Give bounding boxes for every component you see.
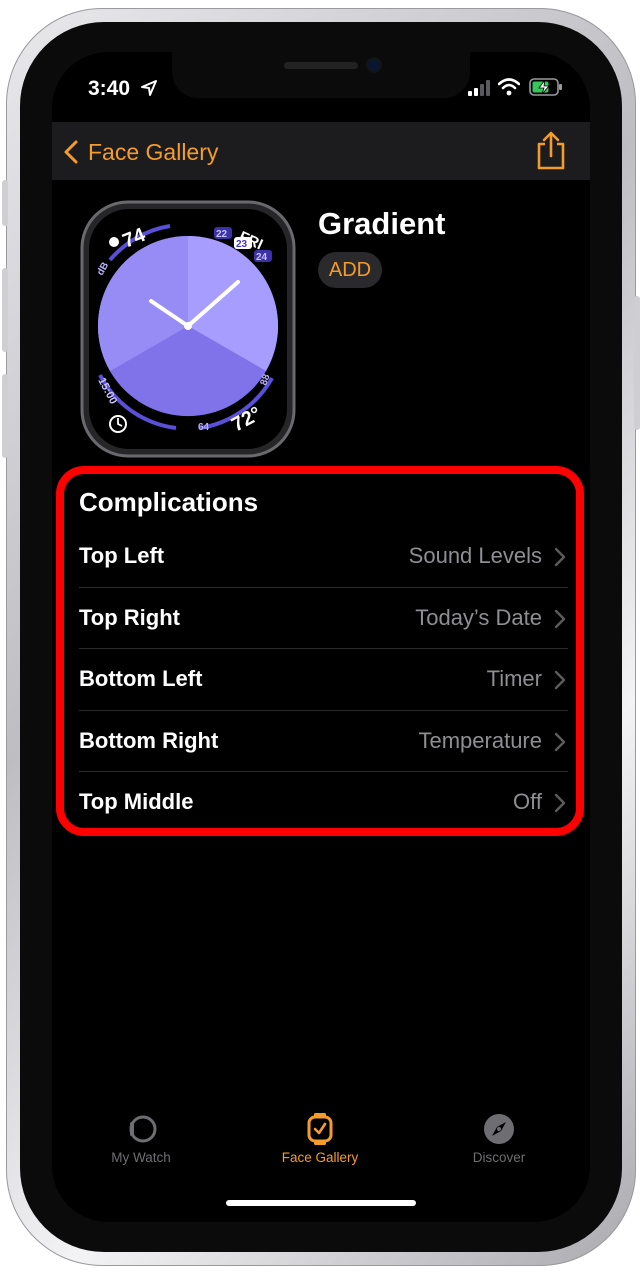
- tab-face-gallery[interactable]: Face Gallery: [245, 1112, 395, 1165]
- watch-date-today: 23: [236, 239, 248, 250]
- face-title: Gradient: [318, 206, 446, 241]
- complication-label: Top Left: [79, 543, 165, 568]
- compass-icon: [484, 1114, 514, 1144]
- watch-face-icon: [307, 1113, 333, 1145]
- complication-label: Bottom Right: [79, 727, 219, 753]
- tab-discover[interactable]: Discover: [424, 1112, 574, 1165]
- mute-switch: [2, 180, 8, 226]
- front-camera: [368, 59, 380, 71]
- complication-row-bottom-right[interactable]: Bottom Right Temperature: [79, 711, 568, 772]
- tab-my-watch[interactable]: My Watch: [66, 1112, 216, 1165]
- watch-date-prev: 22: [216, 229, 228, 240]
- complications-section: Complications Top Left Sound Levels Top …: [70, 478, 568, 833]
- complication-row-top-middle[interactable]: Top Middle Off: [79, 772, 568, 833]
- complication-value: Today’s Date: [415, 604, 542, 630]
- complication-label: Top Middle: [79, 789, 194, 814]
- complication-row-top-right[interactable]: Top Right Today’s Date: [79, 588, 568, 649]
- add-button[interactable]: ADD: [318, 252, 382, 288]
- complication-value: Sound Levels: [408, 543, 542, 568]
- status-time: 3:40: [88, 77, 131, 100]
- chevron-right-icon: [554, 670, 566, 690]
- complication-row-bottom-left[interactable]: Bottom Left Timer: [79, 649, 568, 711]
- tab-label: Face Gallery: [281, 1150, 359, 1165]
- chevron-right-icon: [554, 609, 566, 628]
- share-icon[interactable]: [534, 130, 568, 172]
- complication-label: Top Right: [79, 604, 180, 630]
- tab-bar: My Watch Face Gallery Discover: [52, 1112, 590, 1172]
- screen: 3:40 Face Gallery 74 dB 22 23 24 15:00 6…: [52, 52, 590, 1222]
- battery-charging-icon: [529, 78, 562, 96]
- power-button: [634, 296, 640, 430]
- tab-label: Discover: [472, 1150, 526, 1165]
- tab-label: My Watch: [111, 1150, 171, 1165]
- complication-value: Off: [513, 789, 542, 814]
- complication-row-top-left[interactable]: Top Left Sound Levels: [79, 526, 568, 588]
- location-arrow-icon: [141, 80, 157, 96]
- volume-up-button: [2, 268, 8, 352]
- back-button[interactable]: Face Gallery: [62, 132, 218, 172]
- navigation-bar: Face Gallery: [52, 122, 590, 180]
- notch: [172, 52, 470, 98]
- watch-date-next: 24: [256, 252, 268, 263]
- wifi-icon: [498, 78, 520, 96]
- watch-face-preview[interactable]: 74 dB FRI 22 23 24 15:00 64 88 72°: [80, 200, 296, 458]
- volume-down-button: [2, 374, 8, 458]
- complication-value: Temperature: [418, 727, 542, 753]
- watch-temp-low: 64: [198, 422, 210, 433]
- chevron-right-icon: [554, 793, 566, 813]
- chevron-right-icon: [554, 732, 566, 751]
- watch-icon: [129, 1115, 157, 1143]
- complication-label: Bottom Left: [79, 666, 203, 691]
- cellular-signal-icon: [468, 80, 490, 96]
- chevron-right-icon: [554, 547, 566, 567]
- chevron-left-icon: [64, 140, 78, 164]
- complication-value: Timer: [486, 666, 542, 691]
- back-button-label: Face Gallery: [88, 138, 219, 165]
- home-indicator[interactable]: [226, 1200, 416, 1206]
- complications-header: Complications: [79, 487, 259, 517]
- earpiece-speaker: [284, 62, 358, 69]
